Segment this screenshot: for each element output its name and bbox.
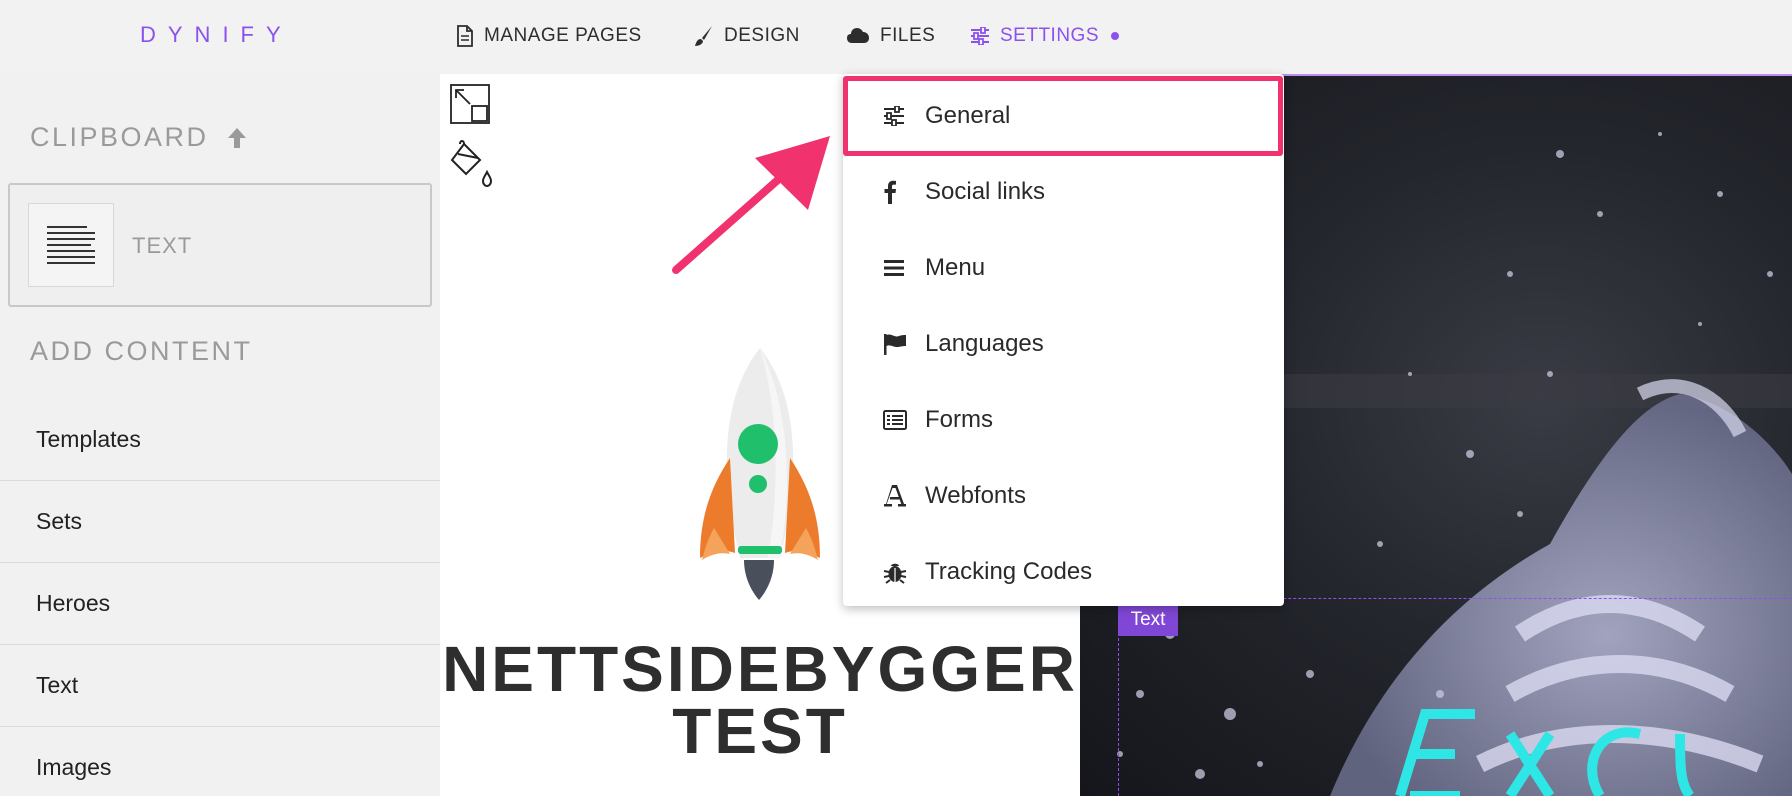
flag-icon <box>883 333 925 355</box>
dynify-logo[interactable]: DYNIFY <box>140 22 293 48</box>
nav-manage-pages[interactable]: MANAGE PAGES <box>456 22 642 50</box>
menu-item-languages-label: Languages <box>925 330 1044 357</box>
clipboard-item[interactable]: TEXT <box>8 183 432 307</box>
text-block-selection[interactable] <box>1118 598 1792 796</box>
menu-item-social-links[interactable]: Social links <box>843 154 1284 230</box>
hamburger-icon <box>883 259 925 277</box>
bug-icon <box>883 560 925 584</box>
site-title[interactable]: NETTSIDEBYGGER TEST <box>440 633 1080 767</box>
menu-item-forms[interactable]: Forms <box>843 382 1284 458</box>
nav-design-label: DESIGN <box>724 25 800 46</box>
general-highlight-box <box>843 76 1283 156</box>
menu-item-languages[interactable]: Languages <box>843 306 1284 382</box>
facebook-icon <box>883 180 925 204</box>
top-navbar: DYNIFY MANAGE PAGES DESIGN FILES SETTING… <box>0 0 1792 74</box>
nav-files[interactable]: FILES <box>846 22 935 50</box>
form-list-icon <box>883 410 925 430</box>
sliders-icon <box>970 27 990 45</box>
menu-item-webfonts-label: Webfonts <box>925 482 1026 509</box>
menu-item-forms-label: Forms <box>925 406 993 433</box>
nav-files-label: FILES <box>880 25 936 46</box>
nav-manage-pages-label: MANAGE PAGES <box>484 25 642 46</box>
sidebar-item-templates[interactable]: Templates <box>0 399 440 481</box>
site-title-line2: TEST <box>672 695 848 767</box>
text-block-icon <box>28 203 114 287</box>
brush-icon <box>694 25 714 47</box>
cloud-icon <box>846 27 870 45</box>
add-content-heading: ADD CONTENT <box>30 336 253 366</box>
site-title-line1: NETTSIDEBYGGER <box>442 633 1078 705</box>
clipboard-heading: CLIPBOARD <box>30 122 247 153</box>
expand-icon[interactable] <box>450 84 490 129</box>
menu-item-menu[interactable]: Menu <box>843 230 1284 306</box>
arrow-up-icon[interactable] <box>227 127 247 149</box>
rocket-logo-image <box>680 338 840 613</box>
sidebar-item-sets[interactable]: Sets <box>0 481 440 563</box>
nav-design[interactable]: DESIGN <box>694 22 800 50</box>
document-icon <box>456 25 474 47</box>
sidebar: CLIPBOARD TEXT ADD CONTENT Templates Set… <box>0 74 440 796</box>
sidebar-item-text[interactable]: Text <box>0 645 440 727</box>
menu-item-tracking-codes[interactable]: Tracking Codes <box>843 534 1284 610</box>
sidebar-item-images[interactable]: Images <box>0 727 440 796</box>
menu-item-social-links-label: Social links <box>925 178 1046 205</box>
nav-settings[interactable]: SETTINGS <box>970 22 1120 50</box>
clipboard-item-label: TEXT <box>132 233 193 258</box>
menu-item-tracking-codes-label: Tracking Codes <box>925 558 1093 585</box>
menu-item-webfonts[interactable]: Webfonts <box>843 458 1284 534</box>
content-category-list: Templates Sets Heroes Text Images <box>0 399 440 796</box>
active-indicator-dot <box>1111 32 1120 40</box>
clipboard-title: CLIPBOARD <box>30 122 209 152</box>
annotation-arrow <box>660 128 840 283</box>
sidebar-item-heroes[interactable]: Heroes <box>0 563 440 645</box>
font-icon <box>883 485 925 507</box>
nav-settings-label: SETTINGS <box>1000 25 1100 46</box>
paint-bucket-icon[interactable] <box>450 140 496 193</box>
menu-item-menu-label: Menu <box>925 254 986 281</box>
